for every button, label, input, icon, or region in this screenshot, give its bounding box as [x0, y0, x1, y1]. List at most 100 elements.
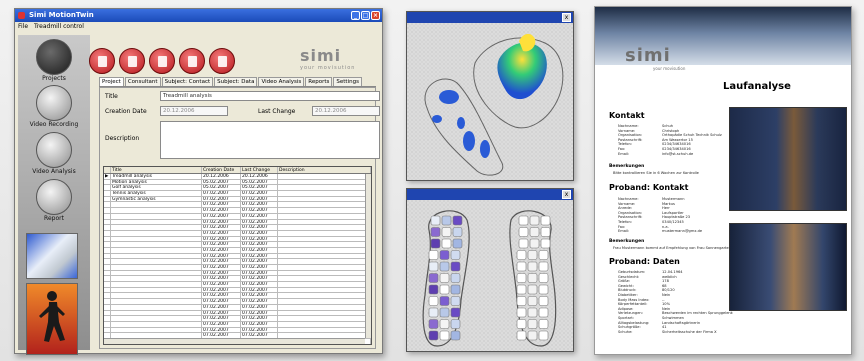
runner-silhouette-icon [39, 291, 65, 342]
column-description[interactable]: Description [278, 167, 371, 173]
pressure-cell [450, 284, 461, 295]
sidebar-item-label: Video Analysis [32, 168, 76, 175]
row-selector[interactable] [104, 225, 111, 230]
row-selector[interactable] [104, 327, 111, 333]
minimize-button[interactable]: _ [351, 11, 360, 20]
table-cell: 07.02.2007 [241, 225, 278, 230]
pressure-cell [538, 261, 549, 272]
search-button[interactable] [209, 48, 235, 74]
table-cell [278, 191, 371, 196]
table-cell: 07.02.2007 [202, 265, 241, 270]
row-selector[interactable] [104, 293, 111, 299]
pressure-3d-window: x [406, 11, 574, 181]
close-button[interactable]: x [562, 13, 571, 22]
table-cell: 07.02.2007 [241, 253, 278, 259]
pressure-cell [538, 273, 549, 283]
row-selector-icon[interactable]: ▶ [104, 174, 111, 179]
new-project-button[interactable] [89, 48, 115, 74]
column-title[interactable]: Title [111, 167, 202, 173]
horizontal-scrollbar[interactable] [104, 338, 365, 344]
column-last-change[interactable]: Last Change [241, 167, 278, 173]
description-input[interactable] [160, 121, 380, 159]
sidebar-item-label: Report [44, 215, 64, 222]
sidebar-item-video-recording[interactable]: Video Recording [18, 85, 90, 128]
row-selector[interactable] [104, 179, 111, 185]
pressure-2d-title-bar[interactable]: x [407, 189, 573, 200]
pressure-cell [527, 307, 538, 318]
row-selector[interactable] [104, 299, 111, 304]
title-label: Title [105, 93, 118, 100]
tab-reports[interactable]: Reports [305, 77, 333, 86]
menu-file[interactable]: File [18, 22, 28, 32]
pressure-3d-title-bar[interactable]: x [407, 12, 573, 23]
sidebar-item-projects[interactable]: Projects [18, 39, 90, 82]
close-button[interactable]: x [562, 190, 571, 199]
pressure-cell [439, 296, 450, 306]
column-creation-date[interactable]: Creation Date [202, 167, 241, 173]
add-button[interactable] [149, 48, 175, 74]
report-field-label: Email: [618, 229, 630, 234]
tab-subject-data[interactable]: Subject: Data [214, 77, 258, 86]
row-selector[interactable] [104, 230, 111, 236]
row-selector[interactable] [104, 253, 111, 259]
maximize-button[interactable]: □ [361, 11, 370, 20]
row-selector[interactable] [104, 304, 111, 310]
title-bar[interactable]: Simi MotionTwin _ □ × [15, 9, 382, 22]
row-selector[interactable] [104, 236, 111, 242]
table-cell: 05.02.2007 [241, 179, 278, 185]
table-body: ▶ Treadmill analysis 20.12.2006 20.12.2006 M… [104, 174, 371, 344]
tab-project[interactable]: Project [99, 77, 124, 86]
window-title: Simi MotionTwin [29, 11, 94, 19]
pressure-cell [441, 227, 452, 237]
table-cell [111, 225, 202, 230]
remarks-label: Bemerkungen [609, 164, 645, 169]
pressure-cell [430, 215, 441, 226]
row-selector[interactable] [104, 185, 111, 191]
pressure-cell [538, 319, 549, 329]
table-cell: Tennis analysis [111, 191, 202, 196]
table-cell [111, 304, 202, 310]
report-field: Schuhe: Sicherheitsschuhe der Firma X [618, 330, 717, 335]
running-shoe-image [26, 233, 78, 279]
row-selector[interactable] [104, 310, 111, 316]
row-selector[interactable] [104, 270, 111, 276]
title-input[interactable]: Treadmill analysis [160, 91, 380, 101]
tab-consultant[interactable]: Consultant [124, 77, 161, 86]
pressure-cell [529, 215, 540, 226]
row-selector[interactable] [104, 316, 111, 321]
close-button[interactable]: × [371, 11, 380, 20]
tab-settings[interactable]: Settings [333, 77, 362, 86]
row-selector[interactable] [104, 247, 111, 253]
right-foot-cells [516, 215, 551, 341]
row-selector[interactable] [104, 259, 111, 264]
tab-video-analysis[interactable]: Video Analysis [258, 77, 305, 86]
row-selector[interactable] [104, 196, 111, 202]
row-selector[interactable] [104, 202, 111, 208]
left-foot-cells [428, 215, 463, 341]
row-selector[interactable] [104, 191, 111, 196]
table-cell [278, 208, 371, 213]
table-cell [278, 270, 371, 276]
open-project-button[interactable] [119, 48, 145, 74]
vertical-scrollbar[interactable] [365, 174, 371, 338]
table-cell: 07.02.2007 [241, 191, 278, 196]
row-selector[interactable] [104, 287, 111, 293]
row-selector[interactable] [104, 213, 111, 219]
table-cell [111, 316, 202, 321]
row-selector[interactable] [104, 276, 111, 282]
row-selector[interactable] [104, 208, 111, 213]
sidebar-item-video-analysis[interactable]: Video Analysis [18, 132, 90, 175]
delete-button[interactable] [179, 48, 205, 74]
table-cell [278, 230, 371, 236]
row-selector[interactable] [104, 265, 111, 270]
sidebar-item-report[interactable]: Report [18, 179, 90, 222]
table-cell [278, 247, 371, 253]
row-selector[interactable] [104, 282, 111, 287]
tab-subject-contact[interactable]: Subject: Contact [161, 77, 214, 86]
menu-treadmill-control[interactable]: Treadmill control [34, 22, 84, 32]
row-selector[interactable] [104, 242, 111, 247]
row-selector[interactable] [104, 321, 111, 327]
row-selector[interactable] [104, 219, 111, 225]
report-field-label: Email: [618, 151, 630, 156]
pressure-cell [450, 296, 461, 306]
